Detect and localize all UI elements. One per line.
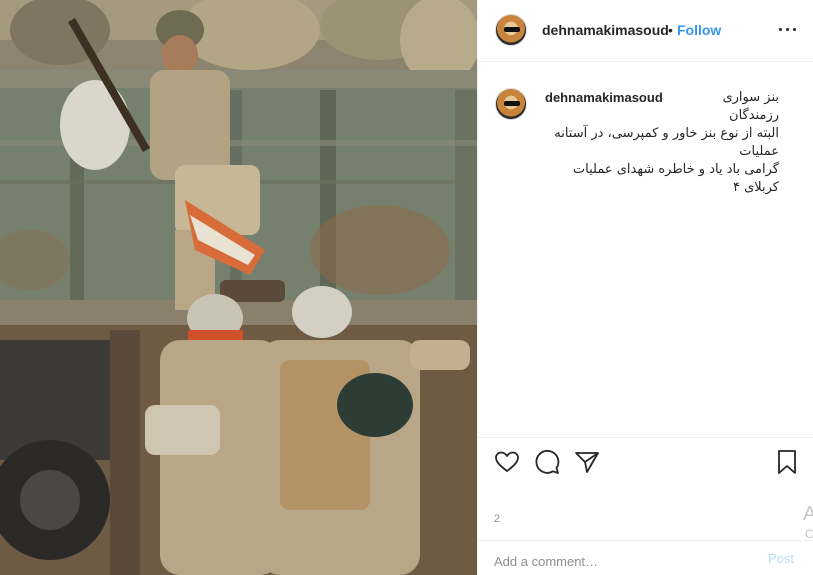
edge-glyph-small: C (805, 527, 813, 541)
post-photo[interactable] (0, 0, 477, 575)
likes-area: 2 A C (478, 483, 813, 541)
heart-icon[interactable] (493, 448, 521, 476)
caption-text: dehnamakimasoud بنز سواری رزمندگان البته … (545, 89, 779, 197)
post-header: dehnamakimasoud • Follow (478, 0, 813, 62)
header-separator: • (668, 22, 673, 38)
caption-avatar[interactable] (495, 88, 527, 120)
comment-bar: Post (478, 540, 813, 575)
header-username[interactable]: dehnamakimasoud (542, 22, 669, 38)
action-bar (478, 437, 813, 483)
more-options-icon[interactable] (776, 20, 800, 40)
caption-username[interactable]: dehnamakimasoud (545, 89, 663, 107)
comment-icon[interactable] (533, 448, 561, 476)
share-icon[interactable] (573, 448, 601, 476)
follow-button[interactable]: Follow (677, 22, 721, 38)
post-comment-button[interactable]: Post (768, 551, 794, 566)
edge-glyph: A (803, 503, 813, 525)
post-side-panel: dehnamakimasoud • Follow dehnamakimasoud… (477, 0, 813, 575)
comment-input[interactable] (494, 551, 744, 571)
likes-count: 2 (494, 513, 501, 525)
avatar-glasses-icon (504, 27, 520, 32)
post-photo-image (0, 0, 477, 575)
user-avatar[interactable] (495, 14, 527, 46)
caption-area: dehnamakimasoud بنز سواری رزمندگان البته … (478, 63, 813, 433)
bookmark-icon[interactable] (773, 448, 801, 476)
avatar-glasses-icon (504, 101, 520, 106)
